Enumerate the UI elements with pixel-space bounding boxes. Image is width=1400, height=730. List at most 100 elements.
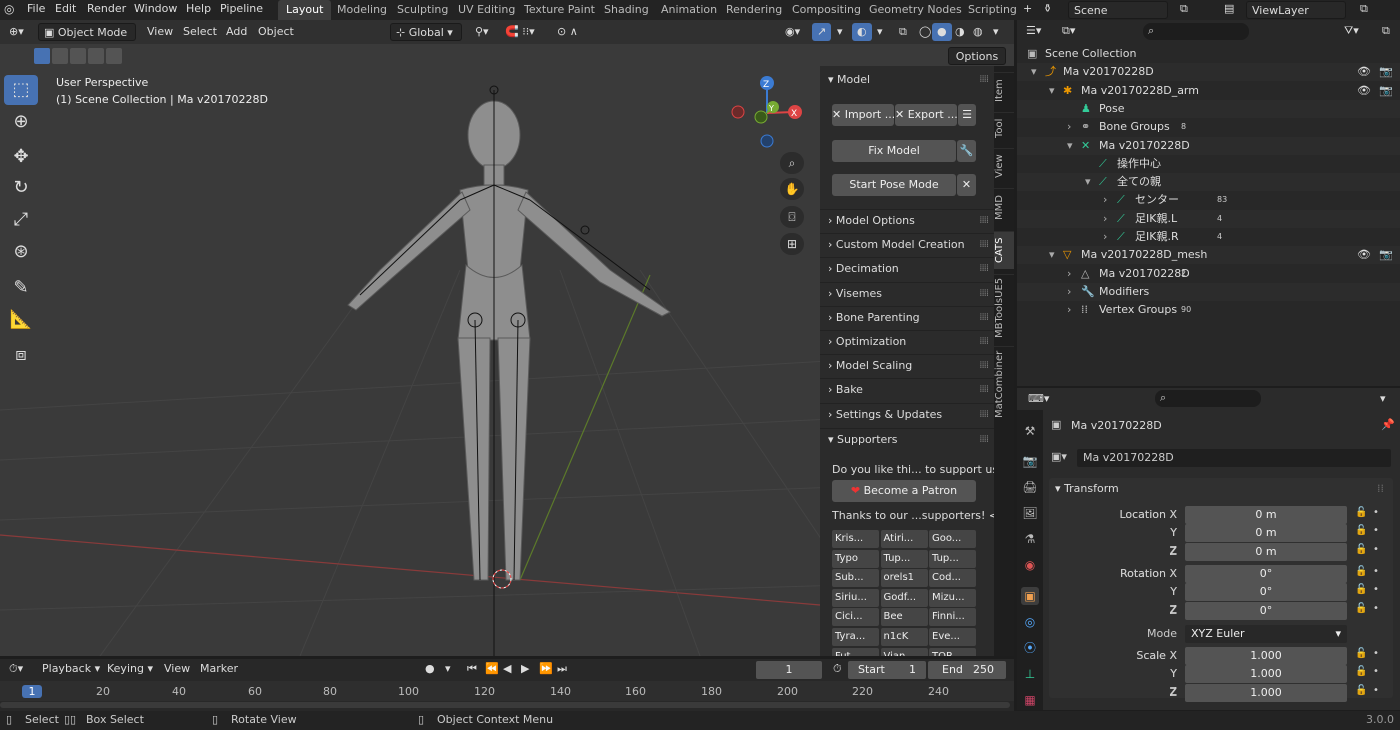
- supporter-cell[interactable]: orels1: [880, 569, 928, 588]
- view-layer-field[interactable]: ViewLayer: [1246, 1, 1346, 19]
- output-tab-icon[interactable]: 🖨: [1021, 478, 1039, 496]
- tab-texture-paint[interactable]: Texture Paint: [516, 0, 603, 20]
- navigation-gizmo[interactable]: Z Y X: [731, 76, 802, 148]
- section-visemes[interactable]: › Visemes ⁞⁞⁞⁞: [820, 281, 994, 304]
- object-mode-dropdown[interactable]: ▣ Object Mode ▾: [38, 23, 136, 57]
- options-dropdown[interactable]: Options: [948, 47, 1006, 65]
- add-workspace-button[interactable]: +: [1023, 2, 1032, 15]
- menu-window[interactable]: Window: [134, 2, 177, 15]
- pose-settings-icon[interactable]: ✕: [957, 174, 976, 196]
- outliner-row[interactable]: ⟋ 操作中心: [1017, 155, 1400, 173]
- add-cube-tool-icon[interactable]: ⧈: [4, 340, 38, 370]
- cursor-tool-icon[interactable]: ⊕: [4, 107, 38, 137]
- copy-view-layer-icon[interactable]: ⧉: [1360, 2, 1368, 16]
- tab-modeling[interactable]: Modeling: [329, 0, 395, 20]
- section-model-options[interactable]: › Model Options ⁞⁞⁞⁞: [820, 209, 994, 231]
- rotate-tool-icon[interactable]: ↻: [4, 173, 38, 203]
- menu-help[interactable]: Help: [186, 2, 211, 15]
- expand-arrow-icon[interactable]: ›: [1067, 265, 1071, 283]
- select-extend-icon[interactable]: [52, 48, 68, 64]
- drag-handle-icon[interactable]: ⁞⁞⁞⁞: [979, 69, 989, 91]
- expand-arrow-icon[interactable]: ›: [1103, 191, 1107, 209]
- tab-compositing[interactable]: Compositing: [784, 0, 869, 20]
- tab-rendering[interactable]: Rendering: [718, 0, 790, 20]
- constraints-tab-icon[interactable]: ⦿: [1021, 639, 1039, 657]
- scene-field[interactable]: Scene: [1068, 1, 1168, 19]
- location-z-field[interactable]: 0 m: [1185, 542, 1347, 561]
- supporter-cell[interactable]: n1cK: [880, 628, 928, 646]
- keyframe-dot-icon[interactable]: •: [1373, 603, 1379, 614]
- drag-handle-icon[interactable]: ⁞⁞⁞⁞: [979, 307, 989, 329]
- drag-handle-icon[interactable]: ⁞⁞⁞⁞: [979, 379, 989, 401]
- physics-tab-icon[interactable]: ◎: [1021, 613, 1039, 631]
- rotation-z-field[interactable]: 0°: [1185, 601, 1347, 620]
- transform-drag-icon[interactable]: ⁞⁞: [1377, 482, 1384, 495]
- outliner-row[interactable]: ♟ Pose: [1017, 99, 1400, 118]
- keyframe-dot-icon[interactable]: •: [1373, 584, 1379, 595]
- keyframe-options-icon[interactable]: ▾: [440, 660, 456, 678]
- keyframe-dot-icon[interactable]: •: [1373, 666, 1379, 677]
- drag-handle-icon[interactable]: ⁞⁞⁞⁞: [979, 210, 989, 232]
- drag-handle-icon[interactable]: ⁞⁞⁞⁞: [979, 331, 989, 353]
- object-data-tab-icon[interactable]: ⊥: [1021, 665, 1039, 683]
- move-tool-icon[interactable]: ✥: [4, 142, 38, 172]
- properties-search[interactable]: ⌕: [1155, 390, 1261, 407]
- view-layer-tab-icon[interactable]: 🖼: [1021, 504, 1039, 522]
- tab-mmd[interactable]: MMD: [994, 188, 1014, 226]
- drag-handle-icon[interactable]: ⁞⁞⁞⁞: [979, 234, 989, 256]
- supporter-cell[interactable]: Tyra...: [832, 628, 879, 646]
- timeline-editor-icon[interactable]: ⏱▾: [4, 660, 28, 678]
- tab-item[interactable]: Item: [994, 72, 1014, 108]
- render-tab-icon[interactable]: 📷: [1021, 452, 1039, 470]
- tool-tab-icon[interactable]: ⚒: [1021, 422, 1039, 440]
- record-icon[interactable]: ●: [420, 660, 440, 678]
- expand-arrow-icon[interactable]: ▾: [1085, 173, 1091, 191]
- lock-icon[interactable]: 🔓: [1355, 685, 1367, 696]
- scale-y-field[interactable]: 1.000: [1185, 665, 1347, 684]
- snap-icon[interactable]: 🧲 ⁝⁝▾: [500, 23, 540, 41]
- object-tab-icon[interactable]: ▣: [1021, 587, 1039, 605]
- lock-icon[interactable]: 🔓: [1355, 648, 1367, 659]
- become-patron-button[interactable]: ❤ Become a Patron: [832, 480, 976, 502]
- scene-tab-icon[interactable]: ⚗: [1021, 530, 1039, 548]
- material-shading-icon[interactable]: ◑: [950, 23, 970, 41]
- supporter-cell[interactable]: Godf...: [880, 588, 928, 607]
- datablock-field[interactable]: Ma v20170228D: [1077, 449, 1391, 467]
- annotate-tool-icon[interactable]: ✎: [4, 273, 38, 303]
- render-camera-icon[interactable]: 📷: [1379, 63, 1393, 81]
- menu-file[interactable]: File: [27, 2, 45, 15]
- supporter-cell[interactable]: Cici...: [832, 608, 879, 627]
- supporter-cell[interactable]: Atiri...: [880, 530, 928, 548]
- material-tab-icon[interactable]: ▦: [1021, 691, 1039, 709]
- play-reverse-icon[interactable]: ◀: [498, 660, 516, 678]
- play-icon[interactable]: ▶: [516, 660, 534, 678]
- lock-icon[interactable]: 🔓: [1355, 584, 1367, 595]
- pin-icon[interactable]: 📌: [1381, 418, 1395, 431]
- lock-icon[interactable]: 🔓: [1355, 525, 1367, 536]
- display-mode-icon[interactable]: ⧉▾: [1057, 22, 1080, 40]
- supporter-cell[interactable]: Finni...: [929, 608, 976, 627]
- supporter-cell[interactable]: Fut...: [832, 647, 879, 656]
- rotation-mode-dropdown[interactable]: XYZ Euler ▾: [1185, 625, 1347, 643]
- outliner-row[interactable]: › ⟋ 足IK親.R 4: [1017, 228, 1400, 246]
- expand-arrow-icon[interactable]: ›: [1067, 118, 1071, 136]
- supporter-cell[interactable]: Goo...: [929, 530, 976, 548]
- zoom-icon[interactable]: ⌕: [780, 152, 804, 174]
- section-bake[interactable]: › Bake ⁞⁞⁞⁞: [820, 378, 994, 400]
- datablock-type-icon[interactable]: ▣▾: [1051, 450, 1067, 463]
- menu-object[interactable]: Object: [253, 23, 299, 41]
- drag-handle-icon[interactable]: ⁞⁞⁞⁞: [979, 355, 989, 377]
- visibility-icon[interactable]: ◉▾: [780, 23, 805, 41]
- copy-scene-icon[interactable]: ⧉: [1180, 2, 1188, 16]
- xray-icon[interactable]: ⧉: [894, 23, 912, 41]
- tab-sculpting[interactable]: Sculpting: [389, 0, 456, 20]
- shading-dropdown-icon[interactable]: ▾: [988, 23, 1004, 41]
- keyframe-dot-icon[interactable]: •: [1373, 648, 1379, 659]
- import-menu-icon[interactable]: ☰: [958, 104, 976, 126]
- location-y-field[interactable]: 0 m: [1185, 524, 1347, 543]
- rotation-y-field[interactable]: 0°: [1185, 583, 1347, 602]
- menu-pipeline[interactable]: Pipeline: [220, 2, 263, 15]
- drag-handle-icon[interactable]: ⁞⁞⁞⁞: [979, 258, 989, 280]
- outliner-row[interactable]: ▾ ✕ Ma v20170228D: [1017, 136, 1400, 155]
- visibility-eye-icon[interactable]: 👁: [1357, 82, 1371, 100]
